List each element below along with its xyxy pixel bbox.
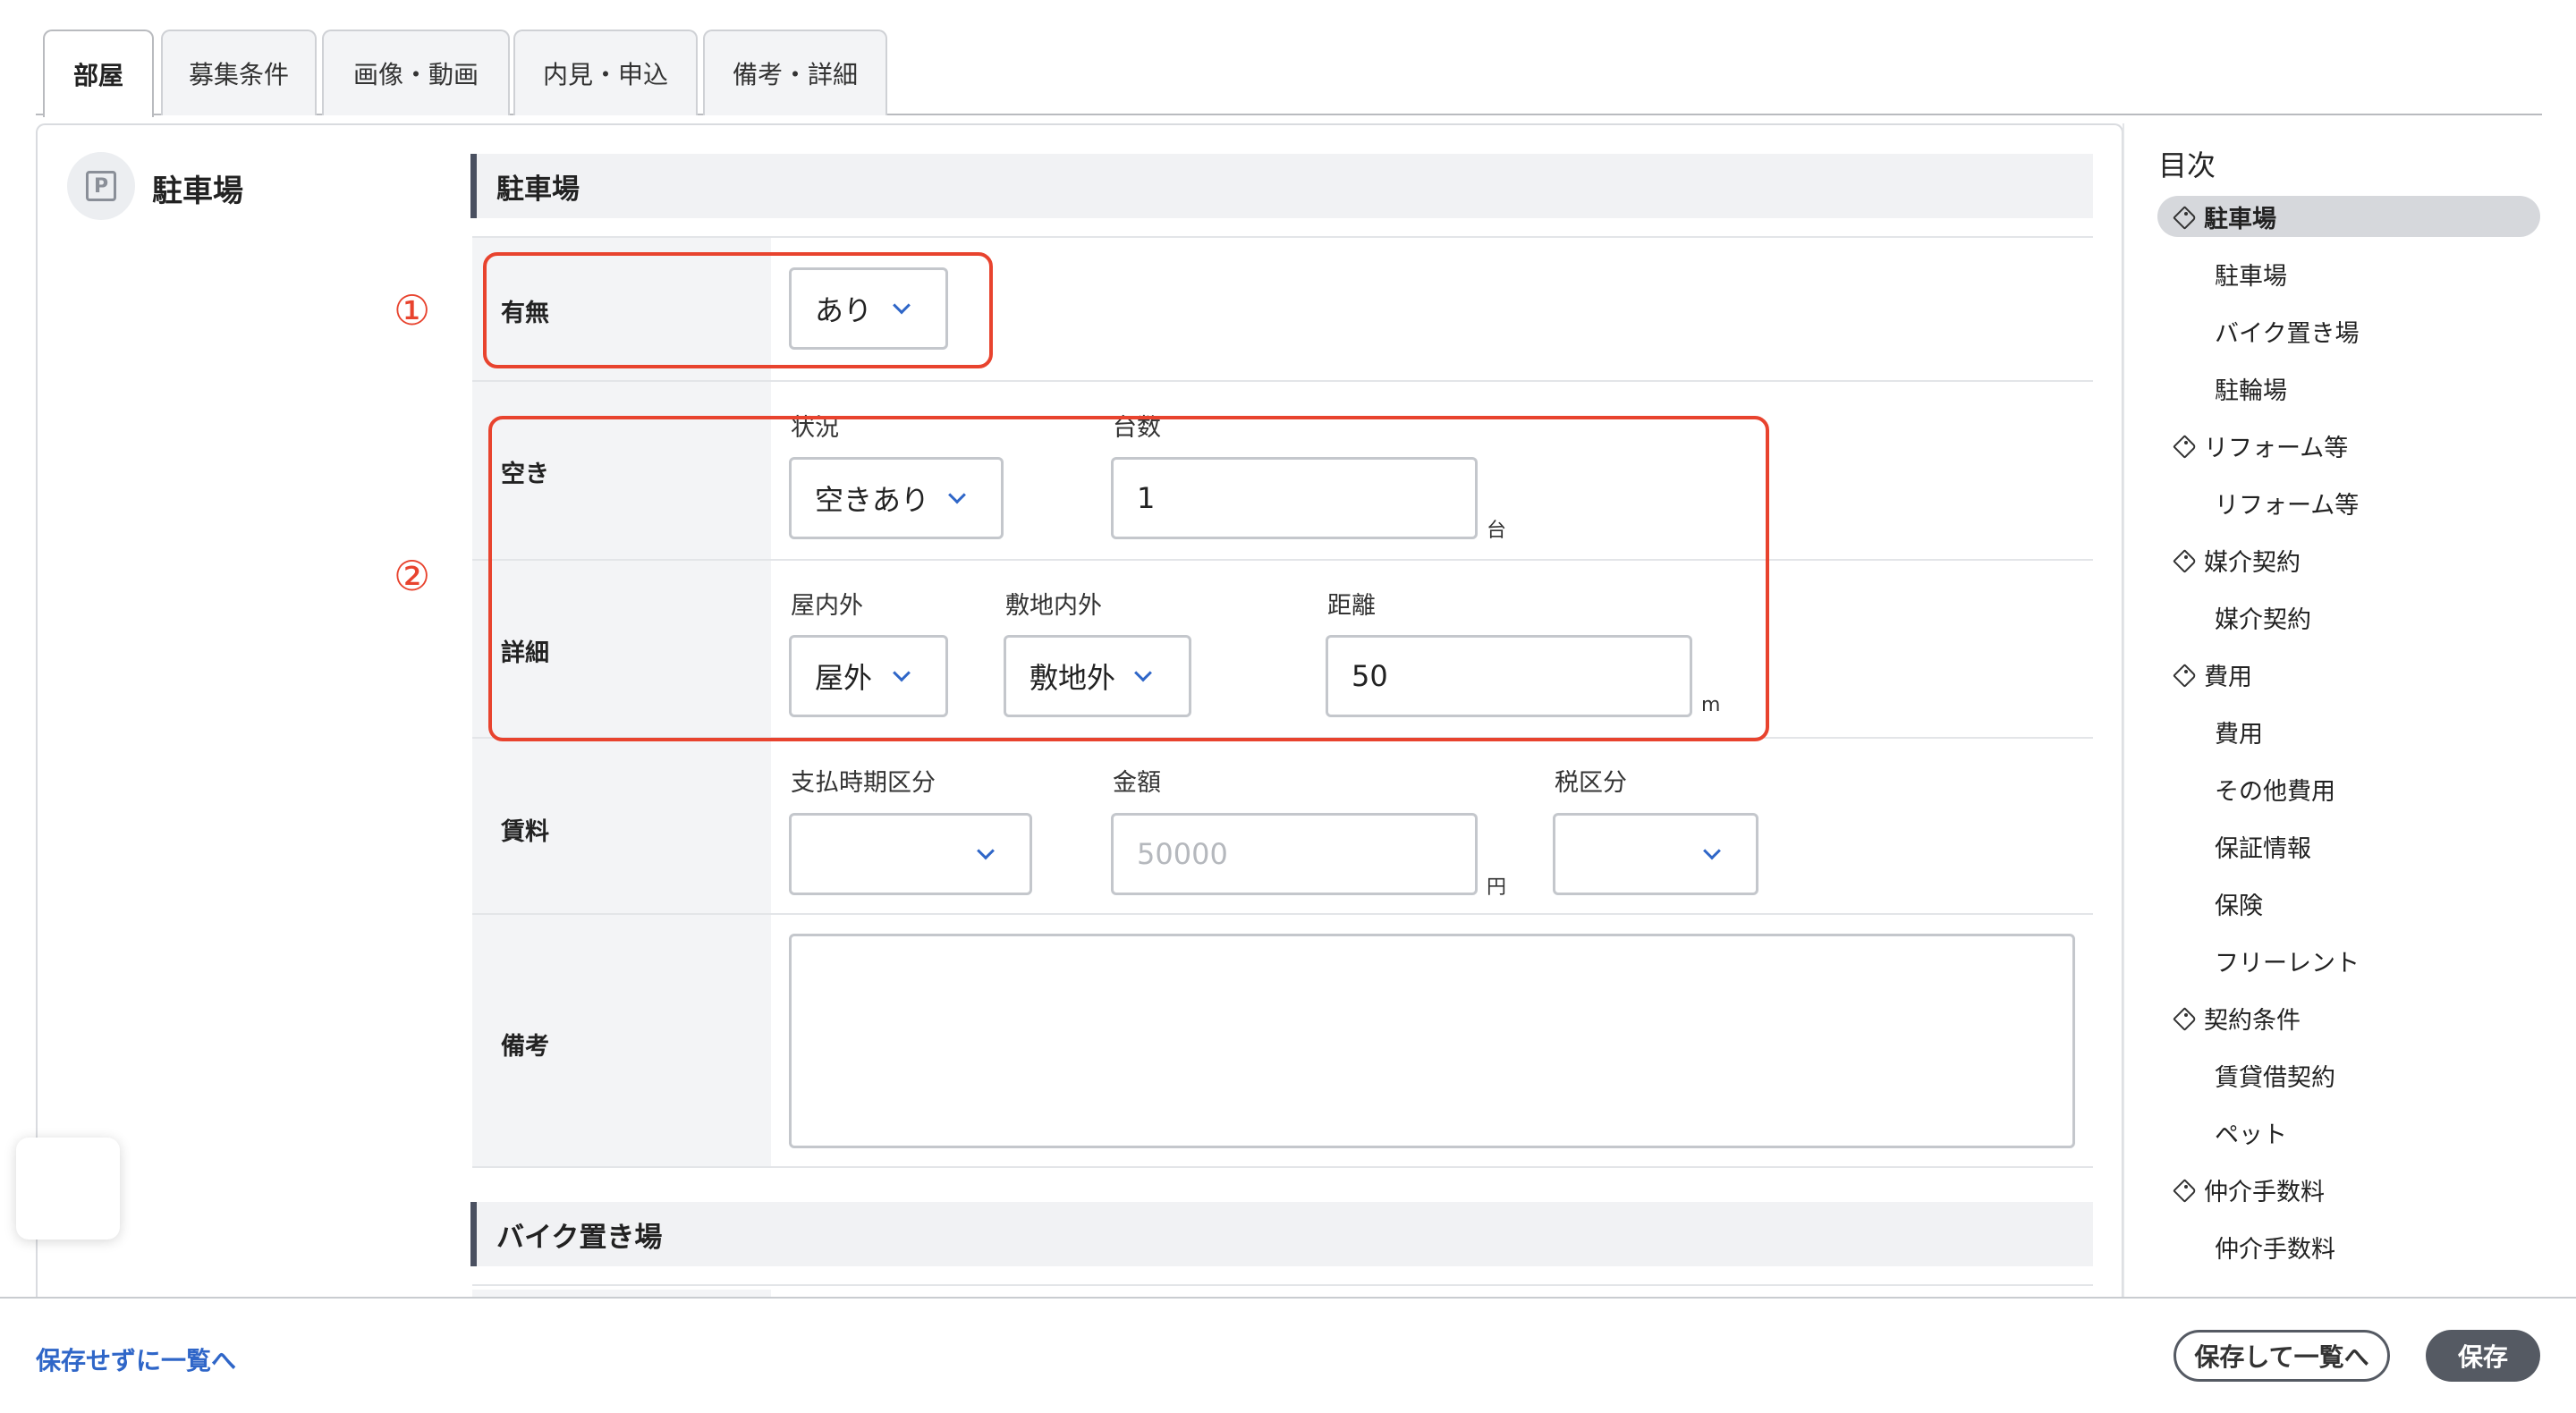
- toc-item[interactable]: フリーレント: [2157, 940, 2540, 981]
- toc-item-label: 駐輪場: [2215, 377, 2287, 405]
- toc-item[interactable]: 費用: [2157, 654, 2540, 695]
- toc-item-label: フリーレント: [2215, 949, 2360, 977]
- toc-item-label: 駐車場: [2204, 205, 2276, 233]
- save-button[interactable]: 保存: [2426, 1330, 2540, 1382]
- toc-item-label: 費用: [2204, 663, 2252, 691]
- toc-item[interactable]: 媒介契約: [2157, 597, 2540, 638]
- toc-item-label: 仲介手数料: [2215, 1235, 2335, 1264]
- toc-item-label: 賃貸借契約: [2215, 1063, 2335, 1092]
- toc-item[interactable]: 保証情報: [2157, 825, 2540, 867]
- toc-item[interactable]: リフォーム等: [2157, 482, 2540, 523]
- floating-widget[interactable]: [16, 1138, 120, 1240]
- save-and-list-button[interactable]: 保存して一覧へ: [2174, 1330, 2390, 1382]
- toc-item[interactable]: 駐車場: [2157, 196, 2540, 237]
- toc-item-label: リフォーム等: [2215, 491, 2360, 520]
- toc-item[interactable]: 媒介契約: [2157, 539, 2540, 580]
- toc-item-label: 駐車場: [2215, 262, 2287, 291]
- toc-item[interactable]: 仲介手数料: [2157, 1226, 2540, 1267]
- tab-room[interactable]: 部屋: [43, 30, 154, 117]
- toc-item[interactable]: 契約条件: [2157, 997, 2540, 1038]
- toc-item-label: 費用: [2215, 720, 2263, 749]
- toc-item-label: バイク置き場: [2215, 319, 2360, 348]
- toc-item-label: 保証情報: [2215, 834, 2311, 863]
- toc-item[interactable]: 保険: [2157, 883, 2540, 924]
- toc-item-label: リフォーム等: [2204, 434, 2349, 462]
- toc-item-label: その他費用: [2215, 777, 2335, 806]
- tag-icon: [2174, 550, 2193, 570]
- toc-item[interactable]: 駐車場: [2157, 253, 2540, 294]
- toc-item-label: 契約条件: [2204, 1006, 2301, 1035]
- toc-item-label: 保険: [2215, 892, 2263, 920]
- table-of-contents: 駐車場 駐車場 バイク置き場 駐輪場 リフォーム等 リフォーム等 媒介契約 媒介契約 費用 費用そ…: [0, 0, 2576, 1295]
- tag-icon: [2174, 664, 2193, 684]
- toc-item-label: ペット: [2215, 1121, 2287, 1149]
- back-without-saving-link[interactable]: 保存せずに一覧へ: [36, 1341, 236, 1377]
- toc-item[interactable]: 費用: [2157, 711, 2540, 752]
- toc-item[interactable]: バイク置き場: [2157, 310, 2540, 351]
- toc-item[interactable]: ペット: [2157, 1112, 2540, 1153]
- toc-item[interactable]: 駐輪場: [2157, 368, 2540, 409]
- toc-item-label: 媒介契約: [2204, 548, 2301, 577]
- toc-item[interactable]: 仲介手数料: [2157, 1169, 2540, 1210]
- toc-item[interactable]: リフォーム等: [2157, 425, 2540, 466]
- toc-item-label: 媒介契約: [2215, 605, 2311, 634]
- tag-icon: [2174, 1180, 2193, 1199]
- toc-item-label: 仲介手数料: [2204, 1178, 2325, 1206]
- toc-item[interactable]: その他費用: [2157, 768, 2540, 809]
- toc-item[interactable]: 賃貸借契約: [2157, 1054, 2540, 1096]
- tag-icon: [2174, 1008, 2193, 1028]
- tag-icon: [2174, 207, 2193, 226]
- tag-icon: [2174, 436, 2193, 455]
